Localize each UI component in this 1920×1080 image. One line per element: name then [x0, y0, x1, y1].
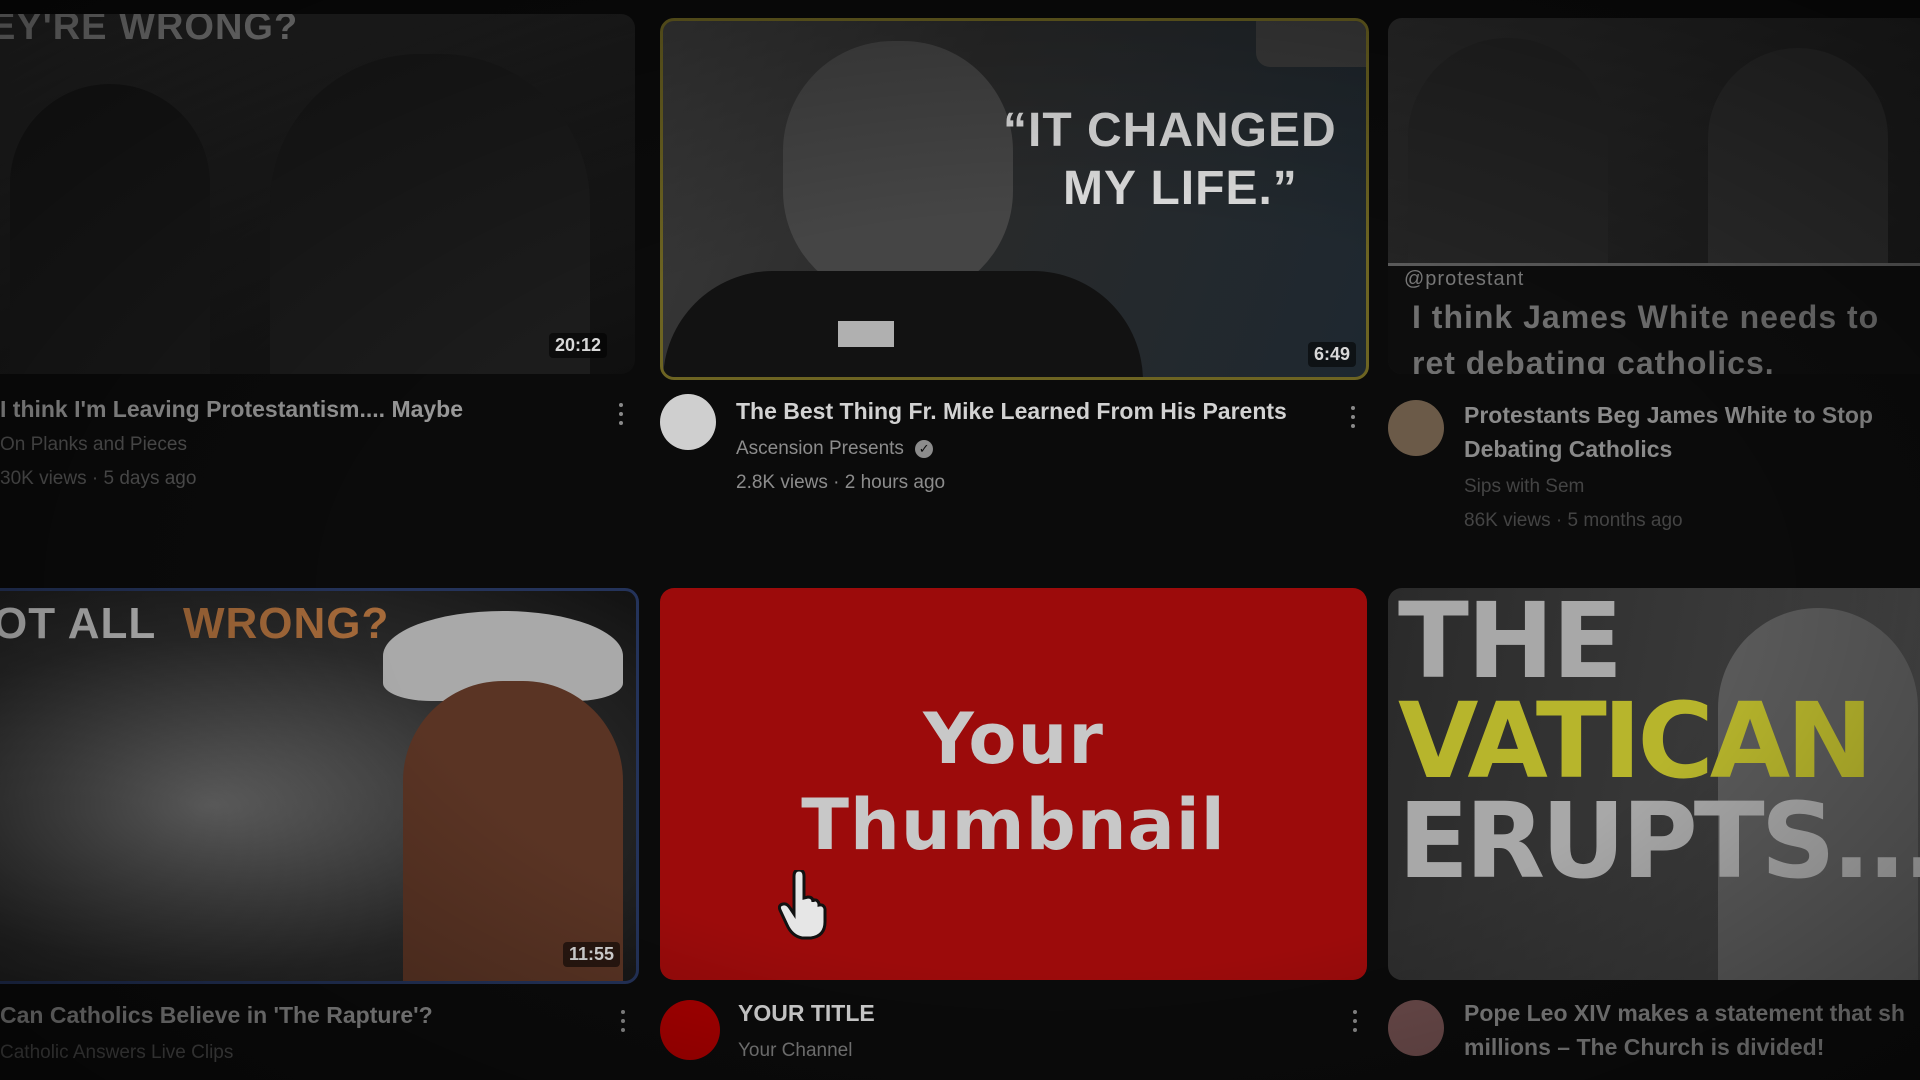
- video-duration: 11:55: [562, 942, 620, 967]
- thumbnail-overlay-text-2: WRONG?: [183, 599, 390, 648]
- video-stats: 30K views · 5 days ago: [0, 468, 197, 489]
- channel-name[interactable]: Ascension Presents ✓: [736, 432, 934, 466]
- video-card-3[interactable]: @protestant I think James White needs to…: [1388, 0, 1920, 540]
- video-stats: 2.8K views · 2 hours ago: [736, 472, 946, 493]
- caption-handle: @protestant: [1404, 268, 1525, 290]
- thumbnail-overlay-text-1: THE: [1398, 588, 1623, 702]
- video-thumbnail[interactable]: OT ALL WRONG? 11:55: [0, 588, 639, 984]
- video-card-6[interactable]: THE VATICAN ERUPTS... Pope Leo XIV makes…: [1388, 580, 1920, 1080]
- caption-text: I think James White needs to ret debatin…: [1412, 299, 1880, 374]
- channel-name[interactable]: Sips with Sem: [1464, 470, 1584, 504]
- thumbnail-overlay-text-1: Your: [923, 698, 1104, 780]
- video-title[interactable]: I think I'm Leaving Protestantism.... Ma…: [0, 392, 600, 426]
- video-title[interactable]: Pope Leo XIV makes a statement that sh m…: [1464, 996, 1920, 1064]
- video-stats: 86K views · 5 months ago: [1464, 510, 1683, 531]
- thumbnail-overlay-text-1: OT ALL: [0, 599, 157, 648]
- more-options-icon[interactable]: [618, 403, 624, 427]
- verified-icon: ✓: [915, 439, 934, 458]
- channel-name[interactable]: On Planks and Pieces: [0, 428, 187, 462]
- video-card-5[interactable]: Your Thumbnail YOUR TITLE Your Channel: [660, 580, 1370, 1080]
- person-silhouette: [403, 681, 623, 981]
- video-thumbnail[interactable]: @protestant I think James White needs to…: [1388, 18, 1920, 374]
- person-silhouette: [783, 41, 1013, 301]
- corner-badge: [1256, 21, 1366, 67]
- thumbnail-overlay-text-1: “IT CHANGED: [1003, 104, 1337, 157]
- video-title[interactable]: The Best Thing Fr. Mike Learned From His…: [736, 394, 1316, 428]
- video-thumbnail[interactable]: THE VATICAN ERUPTS...: [1388, 588, 1920, 980]
- more-options-icon[interactable]: [1352, 1010, 1358, 1034]
- video-card-1[interactable]: EY'RE WRONG? 20:12 I think I'm Leaving P…: [0, 0, 640, 540]
- more-options-icon[interactable]: [620, 1010, 626, 1034]
- channel-avatar[interactable]: [660, 1000, 720, 1060]
- thumbnail-overlay-text: EY'RE WRONG?: [0, 14, 299, 48]
- video-duration: 6:49: [1307, 342, 1356, 367]
- video-title[interactable]: YOUR TITLE: [738, 996, 875, 1030]
- channel-name-text: Ascension Presents: [736, 438, 904, 459]
- thumbnail-overlay-text-2: MY LIFE.”: [1063, 162, 1298, 215]
- video-title[interactable]: Can Catholics Believe in 'The Rapture'?: [0, 998, 600, 1032]
- thumbnail-overlay-text-2: VATICAN: [1398, 680, 1873, 802]
- hand-pointer-icon: [777, 868, 832, 940]
- priest-collar: [663, 271, 1143, 377]
- person-silhouette-left: [10, 84, 210, 374]
- video-thumbnail[interactable]: “IT CHANGED MY LIFE.” 6:49: [660, 18, 1369, 380]
- your-thumbnail[interactable]: Your Thumbnail: [660, 588, 1367, 980]
- collar-tab: [838, 321, 894, 347]
- channel-avatar[interactable]: [660, 394, 716, 450]
- more-options-icon[interactable]: [1350, 406, 1356, 430]
- channel-avatar[interactable]: [1388, 1000, 1444, 1056]
- person-silhouette-right: [270, 54, 590, 374]
- person-silhouette-left: [1408, 38, 1608, 268]
- channel-name[interactable]: Catholic Answers Live Clips: [0, 1036, 233, 1070]
- video-grid: EY'RE WRONG? 20:12 I think I'm Leaving P…: [0, 0, 1920, 1080]
- video-card-2[interactable]: “IT CHANGED MY LIFE.” 6:49 The Best Thin…: [660, 0, 1370, 540]
- video-duration: 20:12: [548, 333, 607, 358]
- video-thumbnail[interactable]: EY'RE WRONG? 20:12: [0, 14, 635, 374]
- channel-avatar[interactable]: [1388, 400, 1444, 456]
- video-title[interactable]: Protestants Beg James White to Stop Deba…: [1464, 398, 1920, 466]
- thumbnail-overlay-text-2: Thumbnail: [801, 784, 1226, 866]
- channel-name[interactable]: Your Channel: [738, 1034, 852, 1068]
- thumbnail-overlay-text-3: ERUPTS...: [1398, 780, 1920, 902]
- person-silhouette-right: [1708, 48, 1888, 268]
- video-card-4[interactable]: OT ALL WRONG? 11:55 Can Catholics Believ…: [0, 580, 640, 1080]
